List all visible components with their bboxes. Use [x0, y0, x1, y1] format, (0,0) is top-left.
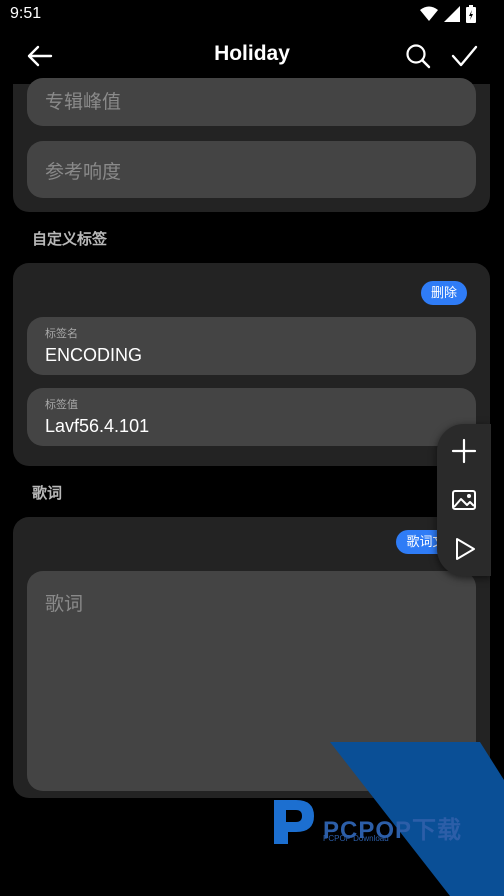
tag-name-field[interactable]: 标签名 ENCODING	[27, 317, 476, 375]
lyrics-placeholder: 歌词	[45, 594, 84, 615]
search-icon[interactable]	[404, 42, 432, 70]
wifi-icon	[420, 6, 438, 21]
lyrics-textarea[interactable]: 歌词	[27, 571, 476, 791]
lyrics-section-title: 歌词	[32, 485, 63, 502]
album-peak-field[interactable]: 专辑峰值	[27, 78, 476, 126]
status-time: 9:51	[10, 5, 42, 22]
play-icon[interactable]	[448, 533, 480, 565]
app-bar: Holiday	[0, 28, 504, 84]
replay-gain-card: 专辑峰值 参考响度	[13, 78, 490, 212]
pcpop-logo-icon	[274, 800, 314, 844]
lyrics-card: 歌词文 歌词	[13, 517, 490, 798]
reference-loudness-placeholder: 参考响度	[45, 162, 122, 183]
reference-loudness-field[interactable]: 参考响度	[27, 141, 476, 198]
tag-value-label: 标签值	[45, 399, 78, 411]
tag-name-label: 标签名	[45, 328, 78, 340]
confirm-check-icon[interactable]	[450, 42, 478, 70]
signal-icon	[444, 6, 460, 22]
status-bar: 9:51	[0, 0, 504, 28]
floating-action-bar	[437, 424, 491, 576]
custom-tag-card: 删除 标签名 ENCODING 标签值 Lavf56.4.101	[13, 263, 490, 466]
tag-value-value: Lavf56.4.101	[45, 416, 150, 436]
delete-tag-button[interactable]: 删除	[421, 281, 467, 305]
watermark-subtext: PCPOP Download	[323, 834, 389, 843]
battery-icon	[466, 5, 476, 23]
image-icon[interactable]	[448, 484, 480, 516]
tag-value-field[interactable]: 标签值 Lavf56.4.101	[27, 388, 476, 446]
custom-tags-section-title: 自定义标签	[32, 231, 108, 248]
add-icon[interactable]	[448, 435, 480, 467]
album-peak-placeholder: 专辑峰值	[45, 92, 122, 113]
status-icons	[420, 5, 476, 23]
tag-name-value: ENCODING	[45, 345, 143, 365]
